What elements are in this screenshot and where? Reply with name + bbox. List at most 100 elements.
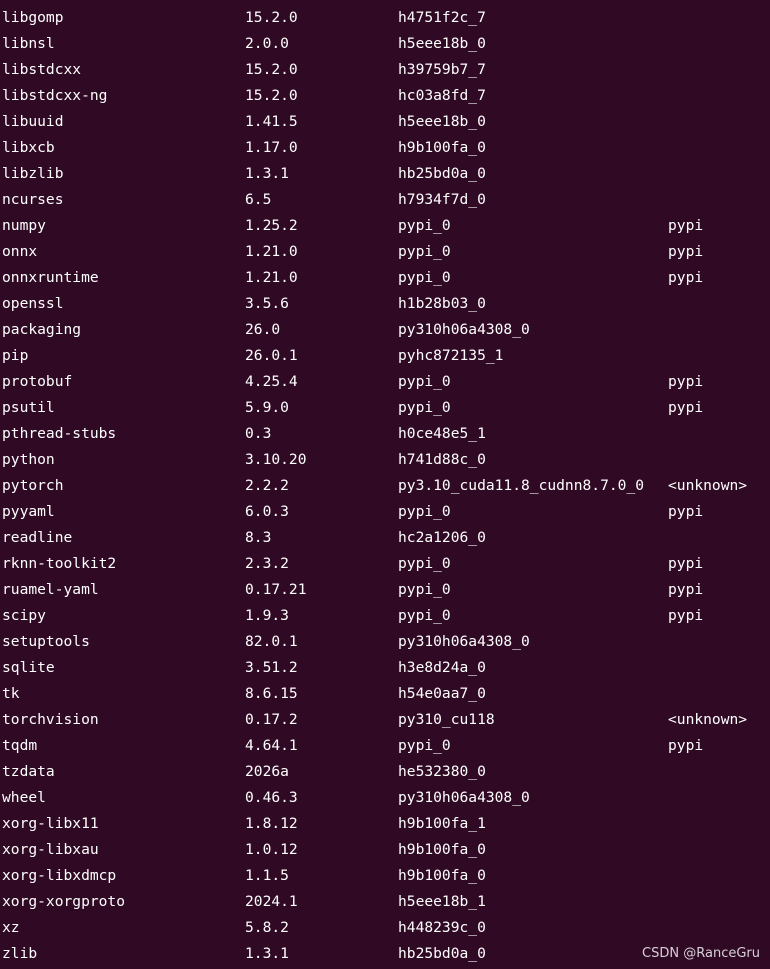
package-build: h9b100fa_0	[398, 841, 486, 858]
package-version: 2.0.0	[245, 35, 289, 52]
package-version: 2026a	[245, 763, 289, 780]
package-build: py310h06a4308_0	[398, 789, 530, 806]
package-version: 15.2.0	[245, 87, 298, 104]
package-row: pip 26.0.1 pyhc872135_1	[0, 343, 770, 369]
package-name: tk	[2, 685, 20, 702]
package-version: 1.8.12	[245, 815, 298, 832]
package-version: 2.3.2	[245, 555, 289, 572]
package-build: pypi_0	[398, 243, 451, 260]
package-build: pyhc872135_1	[398, 347, 504, 364]
package-name: wheel	[2, 789, 46, 806]
package-version: 26.0.1	[245, 347, 298, 364]
package-version: 0.46.3	[245, 789, 298, 806]
package-version: 26.0	[245, 321, 281, 338]
package-row: packaging 26.0 py310h06a4308_0	[0, 317, 770, 343]
package-row: python 3.10.20 h741d88c_0	[0, 447, 770, 473]
package-row: tk 8.6.15 h54e0aa7_0	[0, 681, 770, 707]
package-build: hb25bd0a_0	[398, 945, 486, 962]
package-row: torchvision 0.17.2 py310_cu118 <unknown>	[0, 707, 770, 733]
package-version: 1.9.3	[245, 607, 289, 624]
package-version: 0.17.21	[245, 581, 307, 598]
package-version: 8.6.15	[245, 685, 298, 702]
package-build: h9b100fa_0	[398, 139, 486, 156]
package-channel: pypi	[668, 737, 704, 754]
package-channel: <unknown>	[668, 711, 748, 728]
package-channel: pypi	[668, 399, 704, 416]
package-name: tzdata	[2, 763, 55, 780]
package-build: h1b28b03_0	[398, 295, 486, 312]
package-name: libnsl	[2, 35, 55, 52]
package-name: xorg-libxdmcp	[2, 867, 117, 884]
package-name: zlib	[2, 945, 38, 962]
package-channel: pypi	[668, 555, 704, 572]
package-channel: pypi	[668, 607, 704, 624]
package-name: libxcb	[2, 139, 55, 156]
package-build: py310_cu118	[398, 711, 495, 728]
package-name: ruamel-yaml	[2, 581, 99, 598]
package-version: 82.0.1	[245, 633, 298, 650]
package-build: h9b100fa_0	[398, 867, 486, 884]
package-name: pip	[2, 347, 29, 364]
package-row: xorg-xorgproto 2024.1 h5eee18b_1	[0, 889, 770, 915]
package-name: libuuid	[2, 113, 64, 130]
package-name: pytorch	[2, 477, 64, 494]
package-build: pypi_0	[398, 737, 451, 754]
package-version: 1.41.5	[245, 113, 298, 130]
package-row: onnxruntime 1.21.0 pypi_0 pypi	[0, 265, 770, 291]
package-row: tqdm 4.64.1 pypi_0 pypi	[0, 733, 770, 759]
package-build: pypi_0	[398, 399, 451, 416]
package-channel: <unknown>	[668, 477, 748, 494]
package-channel: pypi	[668, 243, 704, 260]
package-build: h39759b7_7	[398, 61, 486, 78]
package-name: ncurses	[2, 191, 64, 208]
package-row: wheel 0.46.3 py310h06a4308_0	[0, 785, 770, 811]
terminal-output[interactable]: libgomp 15.2.0 h4751f2c_7 libnsl 2.0.0 h5eee1…	[0, 0, 770, 969]
package-name: xz	[2, 919, 20, 936]
package-row: tzdata 2026a he532380_0	[0, 759, 770, 785]
package-row: xorg-libxdmcp 1.1.5 h9b100fa_0	[0, 863, 770, 889]
package-version: 1.25.2	[245, 217, 298, 234]
package-version: 1.1.5	[245, 867, 289, 884]
csdn-watermark: CSDN @RanceGru	[642, 946, 760, 961]
package-name: xorg-libxau	[2, 841, 99, 858]
package-version: 0.3	[245, 425, 272, 442]
package-row: libstdcxx-ng 15.2.0 hc03a8fd_7	[0, 83, 770, 109]
package-version: 6.0.3	[245, 503, 289, 520]
package-build: h9b100fa_1	[398, 815, 486, 832]
package-row: scipy 1.9.3 pypi_0 pypi	[0, 603, 770, 629]
package-name: pthread-stubs	[2, 425, 117, 442]
package-name: scipy	[2, 607, 46, 624]
package-name: libstdcxx-ng	[2, 87, 108, 104]
package-version: 15.2.0	[245, 61, 298, 78]
package-version: 4.64.1	[245, 737, 298, 754]
package-build: h5eee18b_1	[398, 893, 486, 910]
package-name: onnxruntime	[2, 269, 99, 286]
package-build: pypi_0	[398, 269, 451, 286]
package-name: rknn-toolkit2	[2, 555, 117, 572]
package-row: libuuid 1.41.5 h5eee18b_0	[0, 109, 770, 135]
package-version: 1.0.12	[245, 841, 298, 858]
package-channel: pypi	[668, 217, 704, 234]
package-name: python	[2, 451, 55, 468]
package-build: h5eee18b_0	[398, 113, 486, 130]
package-build: he532380_0	[398, 763, 486, 780]
package-version: 8.3	[245, 529, 272, 546]
package-version: 1.21.0	[245, 269, 298, 286]
package-name: sqlite	[2, 659, 55, 676]
package-build: hb25bd0a_0	[398, 165, 486, 182]
package-row: libzlib 1.3.1 hb25bd0a_0	[0, 161, 770, 187]
package-row: xorg-libx11 1.8.12 h9b100fa_1	[0, 811, 770, 837]
package-row: libxcb 1.17.0 h9b100fa_0	[0, 135, 770, 161]
package-channel: pypi	[668, 581, 704, 598]
package-name: onnx	[2, 243, 38, 260]
package-build: pypi_0	[398, 555, 451, 572]
package-name: setuptools	[2, 633, 90, 650]
package-build: pypi_0	[398, 503, 451, 520]
package-row: readline 8.3 hc2a1206_0	[0, 525, 770, 551]
package-name: packaging	[2, 321, 82, 338]
package-row: libstdcxx 15.2.0 h39759b7_7	[0, 57, 770, 83]
package-build: hc03a8fd_7	[398, 87, 486, 104]
package-row: numpy 1.25.2 pypi_0 pypi	[0, 213, 770, 239]
package-row: xz 5.8.2 h448239c_0	[0, 915, 770, 941]
package-build: h54e0aa7_0	[398, 685, 486, 702]
